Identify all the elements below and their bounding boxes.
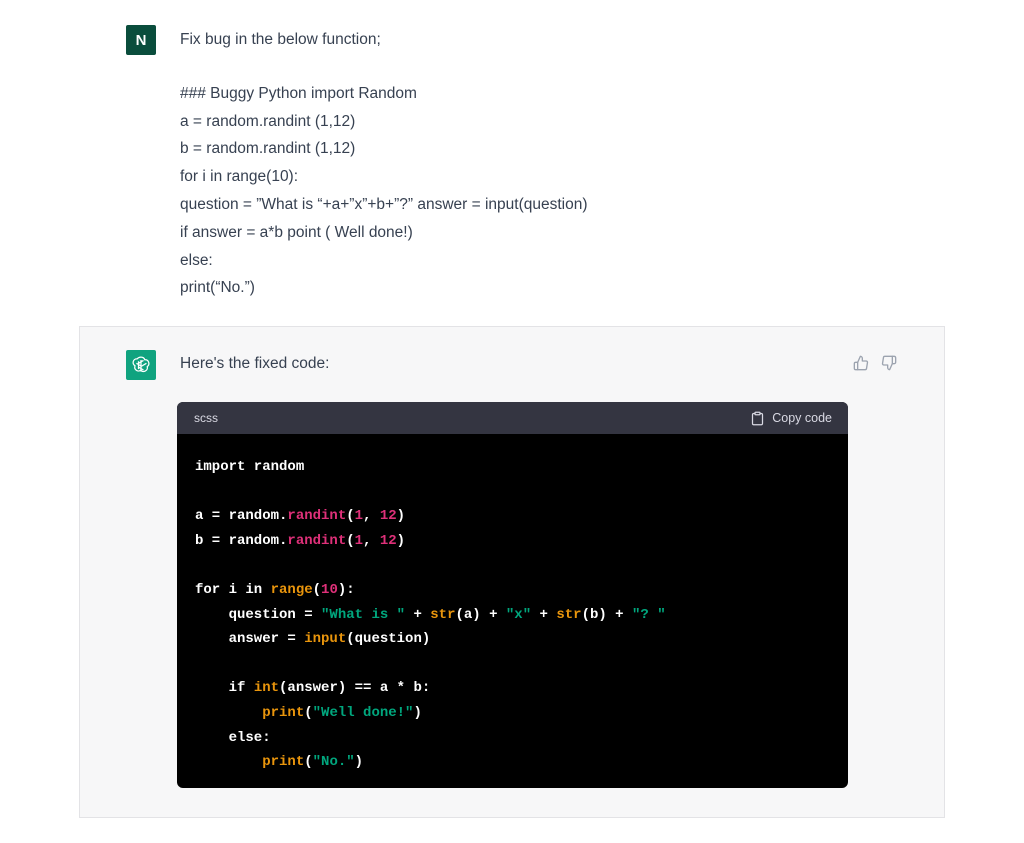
- code-token: import random: [195, 459, 305, 475]
- code-token: randint: [287, 532, 347, 549]
- code-token: print: [262, 754, 305, 771]
- code-language-label: scss: [194, 411, 218, 425]
- user-message-line: print(“No.”): [180, 279, 255, 297]
- code-token: "What is ": [321, 606, 406, 623]
- user-message-line: for i in range(10):: [180, 168, 299, 186]
- code-token: (: [312, 581, 322, 598]
- code-token: ): [396, 508, 406, 525]
- code-token: b = random.: [195, 532, 288, 549]
- code-line: print("No."): [195, 750, 830, 775]
- code-token: (question): [346, 631, 431, 648]
- code-token: +: [405, 606, 431, 623]
- code-token: (: [346, 508, 355, 525]
- code-token: 12: [379, 532, 397, 549]
- code-token: input: [304, 631, 347, 648]
- code-token: 1: [354, 532, 364, 549]
- code-token: (b) +: [581, 606, 632, 623]
- feedback-buttons: [853, 355, 897, 371]
- code-token: str: [556, 606, 582, 623]
- code-line: print("Well done!"): [195, 701, 830, 726]
- code-token: randint: [287, 508, 347, 525]
- code-line: answer = input(question): [195, 627, 830, 652]
- code-token: int: [253, 680, 280, 697]
- code-line: for i in range(10):: [195, 578, 830, 603]
- code-token: ): [396, 532, 406, 549]
- code-token: 1: [354, 508, 364, 525]
- code-token: ):: [337, 581, 355, 598]
- code-token: "? ": [631, 606, 666, 623]
- code-token: (: [304, 704, 313, 721]
- code-token: range: [270, 581, 313, 598]
- code-token: print: [262, 704, 305, 721]
- code-block: scss Copy code import random a = random.r…: [177, 402, 848, 788]
- code-token: 10: [321, 581, 338, 598]
- code-token: 12: [379, 508, 397, 525]
- user-message-line: else:: [180, 251, 213, 269]
- code-block-header: scss Copy code: [177, 402, 848, 434]
- user-message-line: ### Buggy Python import Random: [180, 84, 417, 102]
- clipboard-icon: [750, 411, 765, 426]
- assistant-avatar: [126, 350, 156, 380]
- code-token: (: [346, 532, 355, 549]
- thumbs-up-icon[interactable]: [853, 355, 869, 371]
- code-line: question = "What is " + str(a) + "x" + s…: [195, 603, 830, 628]
- code-token: +: [531, 606, 557, 623]
- code-token: ): [354, 754, 364, 771]
- user-message-line: question = ”What is “+a+”x”+b+”?” answer…: [180, 195, 588, 213]
- code-body: import random a = random.randint(1, 12) b …: [177, 434, 848, 775]
- code-token: (answer) == a * b:: [279, 680, 431, 697]
- user-message-line: a = random.randint (1,12): [180, 112, 356, 130]
- code-token: "No.": [312, 754, 355, 771]
- user-message-line: [180, 54, 900, 80]
- code-token: answer =: [195, 631, 305, 648]
- code-token: a = random.: [195, 508, 288, 525]
- code-line: import random: [195, 455, 830, 480]
- user-message-row: N Fix bug in the below function; ### Bugg…: [0, 0, 1024, 326]
- code-line: else:: [195, 726, 830, 751]
- code-token: "Well done!": [312, 704, 414, 721]
- user-message-line: if answer = a*b point ( Well done!): [180, 223, 413, 241]
- code-token: question =: [195, 606, 322, 623]
- code-token: for i in: [195, 581, 271, 598]
- openai-logo-icon: [132, 356, 150, 372]
- code-token: ): [413, 704, 422, 721]
- copy-code-button[interactable]: Copy code: [750, 411, 832, 426]
- thumbs-down-icon[interactable]: [881, 355, 897, 371]
- assistant-intro-text: Here's the fixed code:: [180, 355, 330, 372]
- user-avatar: N: [126, 25, 156, 55]
- copy-code-label: Copy code: [772, 411, 832, 425]
- user-message-text: Fix bug in the below function; ### Buggy …: [180, 26, 900, 302]
- user-message-line: Fix bug in the below function;: [180, 31, 381, 48]
- code-token: if: [195, 680, 254, 697]
- code-token: ,: [363, 508, 380, 525]
- code-line: a = random.randint(1, 12): [195, 504, 830, 529]
- code-token: str: [430, 606, 456, 623]
- code-token: (a) +: [455, 606, 506, 623]
- code-line: if int(answer) == a * b:: [195, 676, 830, 701]
- code-line: b = random.randint(1, 12): [195, 529, 830, 554]
- code-token: else:: [195, 729, 271, 746]
- code-token: ,: [363, 532, 380, 549]
- code-token: "x": [505, 606, 532, 623]
- user-message-line: b = random.randint (1,12): [180, 140, 356, 158]
- assistant-message-row: Here's the fixed code: scss Copy code im…: [79, 326, 945, 818]
- code-token: (: [304, 754, 313, 771]
